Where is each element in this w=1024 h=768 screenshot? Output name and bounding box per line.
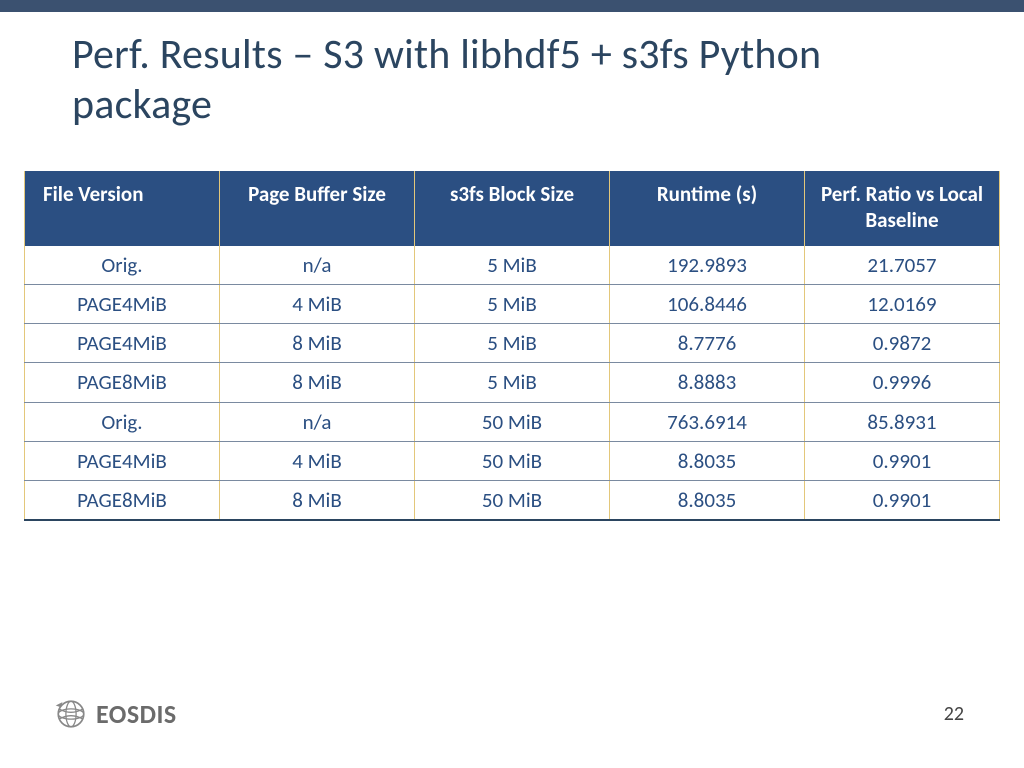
- col-header-runtime: Runtime (s): [610, 171, 805, 246]
- cell: Orig.: [25, 402, 220, 441]
- cell: 106.8446: [610, 284, 805, 323]
- results-table: File Version Page Buffer Size s3fs Block…: [24, 171, 1000, 521]
- cell: 8.8035: [610, 441, 805, 480]
- cell: PAGE4MiB: [25, 441, 220, 480]
- table-row: PAGE4MiB 4 MiB 50 MiB 8.8035 0.9901: [25, 441, 1000, 480]
- cell: Orig.: [25, 246, 220, 285]
- table-row: Orig. n/a 5 MiB 192.9893 21.7057: [25, 246, 1000, 285]
- cell: PAGE4MiB: [25, 284, 220, 323]
- cell: 4 MiB: [220, 284, 415, 323]
- cell: 8.8883: [610, 363, 805, 402]
- cell: 85.8931: [805, 402, 1000, 441]
- cell: n/a: [220, 246, 415, 285]
- col-header-file-version: File Version: [25, 171, 220, 246]
- cell: 12.0169: [805, 284, 1000, 323]
- table-body: Orig. n/a 5 MiB 192.9893 21.7057 PAGE4Mi…: [25, 246, 1000, 521]
- table-header-row: File Version Page Buffer Size s3fs Block…: [25, 171, 1000, 246]
- results-table-container: File Version Page Buffer Size s3fs Block…: [24, 171, 1000, 521]
- cell: PAGE8MiB: [25, 481, 220, 521]
- footer-logo-text: EOSDIS: [96, 698, 177, 730]
- table-row: PAGE4MiB 8 MiB 5 MiB 8.7776 0.9872: [25, 324, 1000, 363]
- cell: 50 MiB: [415, 481, 610, 521]
- cell: 4 MiB: [220, 441, 415, 480]
- cell: 8 MiB: [220, 363, 415, 402]
- cell: 50 MiB: [415, 441, 610, 480]
- col-header-page-buffer: Page Buffer Size: [220, 171, 415, 246]
- cell: 8.8035: [610, 481, 805, 521]
- cell: 0.9872: [805, 324, 1000, 363]
- cell: 0.9901: [805, 481, 1000, 521]
- table-row: PAGE8MiB 8 MiB 5 MiB 8.8883 0.9996: [25, 363, 1000, 402]
- cell: 763.6914: [610, 402, 805, 441]
- footer-logo: EOSDIS: [54, 697, 177, 731]
- table-row: PAGE8MiB 8 MiB 50 MiB 8.8035 0.9901: [25, 481, 1000, 521]
- globe-icon: [54, 697, 88, 731]
- cell: n/a: [220, 402, 415, 441]
- cell: 0.9901: [805, 441, 1000, 480]
- cell: 5 MiB: [415, 284, 610, 323]
- top-accent-bar: [0, 0, 1024, 12]
- table-row: PAGE4MiB 4 MiB 5 MiB 106.8446 12.0169: [25, 284, 1000, 323]
- table-row: Orig. n/a 50 MiB 763.6914 85.8931: [25, 402, 1000, 441]
- cell: 21.7057: [805, 246, 1000, 285]
- slide-title: Perf. Results – S3 with libhdf5 + s3fs P…: [24, 12, 1000, 129]
- cell: 5 MiB: [415, 324, 610, 363]
- slide: Perf. Results – S3 with libhdf5 + s3fs P…: [0, 12, 1024, 768]
- cell: 5 MiB: [415, 246, 610, 285]
- cell: 8.7776: [610, 324, 805, 363]
- cell: PAGE8MiB: [25, 363, 220, 402]
- cell: 0.9996: [805, 363, 1000, 402]
- col-header-perf-ratio: Perf. Ratio vs Local Baseline: [805, 171, 1000, 246]
- cell: 192.9893: [610, 246, 805, 285]
- footer: EOSDIS 22: [0, 690, 1024, 738]
- cell: 50 MiB: [415, 402, 610, 441]
- page-number: 22: [944, 702, 964, 726]
- cell: 8 MiB: [220, 481, 415, 521]
- col-header-block-size: s3fs Block Size: [415, 171, 610, 246]
- cell: PAGE4MiB: [25, 324, 220, 363]
- cell: 8 MiB: [220, 324, 415, 363]
- cell: 5 MiB: [415, 363, 610, 402]
